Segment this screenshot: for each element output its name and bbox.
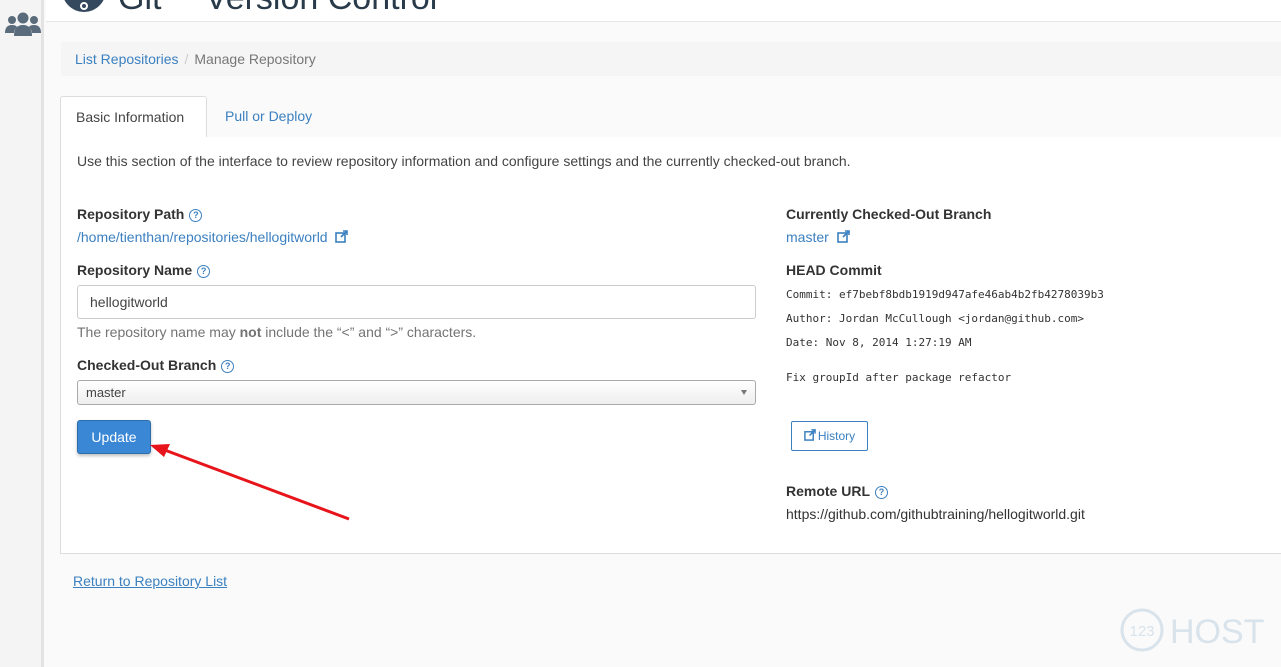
commit-message: Fix groupId after package refactor xyxy=(786,371,1012,384)
breadcrumb-current: Manage Repository xyxy=(194,51,316,67)
help-icon[interactable]: ? xyxy=(189,209,203,222)
help-icon[interactable]: ? xyxy=(221,360,235,373)
checked-out-branch-label: Checked-Out Branch? xyxy=(77,357,235,373)
annotation-arrow xyxy=(150,444,350,521)
date-value: Nov 8, 2014 1:27:19 AM xyxy=(825,336,972,349)
checked-out-branch-label-text: Checked-Out Branch xyxy=(77,357,217,373)
page-title: Git™ Version Control xyxy=(118,0,437,16)
repository-name-label: Repository Name? xyxy=(77,262,211,278)
sidebar xyxy=(0,0,44,667)
head-commit-label: HEAD Commit xyxy=(786,262,882,278)
current-branch-value: master xyxy=(786,229,829,245)
author-key: Author: xyxy=(786,312,833,325)
return-to-repository-list-link[interactable]: Return to Repository List xyxy=(73,573,227,589)
host-watermark-logo: 123 HOST xyxy=(1120,608,1264,652)
history-button[interactable]: History xyxy=(791,421,868,451)
watermark-text: HOST xyxy=(1170,613,1264,651)
author-line: Author: Jordan McCullough <jordan@github… xyxy=(786,312,1084,325)
commit-line: Commit: ef7bebf8bdb1919d947afe46ab4b2fb4… xyxy=(786,288,1104,301)
commit-key: Commit: xyxy=(786,288,833,301)
repository-name-input[interactable]: hellogitworld xyxy=(77,285,756,319)
repository-name-hint: The repository name may not include the … xyxy=(77,324,476,340)
remote-url-value: https://github.com/githubtraining/hellog… xyxy=(786,506,1085,522)
commit-hash: ef7bebf8bdb1919d947afe46ab4b2fb4278039b3 xyxy=(838,288,1104,301)
help-icon[interactable]: ? xyxy=(197,265,211,278)
help-icon[interactable]: ? xyxy=(875,486,889,499)
current-branch-label: Currently Checked-Out Branch xyxy=(786,206,992,222)
branch-select[interactable]: master xyxy=(77,380,756,405)
remote-url-label-text: Remote URL xyxy=(786,483,871,499)
users-icon[interactable] xyxy=(5,11,41,37)
tab-basic-information[interactable]: Basic Information xyxy=(60,96,207,138)
watermark-badge: 123 xyxy=(1129,623,1154,640)
intro-text: Use this section of the interface to rev… xyxy=(77,153,851,169)
breadcrumb-separator: / xyxy=(184,51,189,67)
repository-name-label-text: Repository Name xyxy=(77,262,193,278)
repository-path-label-text: Repository Path xyxy=(77,206,185,222)
remote-url-label: Remote URL? xyxy=(786,483,889,499)
breadcrumb-list-repositories[interactable]: List Repositories xyxy=(75,51,179,67)
branch-select-value: master xyxy=(86,385,126,400)
external-link-icon xyxy=(804,429,816,441)
date-key: Date: xyxy=(786,336,820,349)
date-line: Date: Nov 8, 2014 1:27:19 AM xyxy=(786,336,971,349)
tab-pull-or-deploy[interactable]: Pull or Deploy xyxy=(210,96,327,138)
git-logo-icon xyxy=(64,0,104,12)
page-header: Git™ Version Control xyxy=(46,0,1281,22)
tab-bar: Basic Information Pull or Deploy xyxy=(60,96,1281,138)
external-link-icon xyxy=(335,230,349,243)
hint-bold: not xyxy=(239,324,262,340)
history-button-label: History xyxy=(817,429,856,443)
hint-before: The repository name may xyxy=(77,324,240,340)
breadcrumb: List Repositories / Manage Repository xyxy=(61,42,1281,76)
repository-path-value: /home/tienthan/repositories/hellogitworl… xyxy=(77,229,328,245)
author-value: Jordan McCullough <jordan@github.com> xyxy=(838,312,1085,325)
chevron-down-icon xyxy=(741,390,747,395)
repository-path-label: Repository Path? xyxy=(77,206,203,222)
external-link-icon xyxy=(836,230,850,243)
current-branch-link[interactable]: master xyxy=(786,229,850,245)
hint-after: include the “<” and “>” characters. xyxy=(261,324,477,340)
repository-path-link[interactable]: /home/tienthan/repositories/hellogitworl… xyxy=(77,229,349,245)
